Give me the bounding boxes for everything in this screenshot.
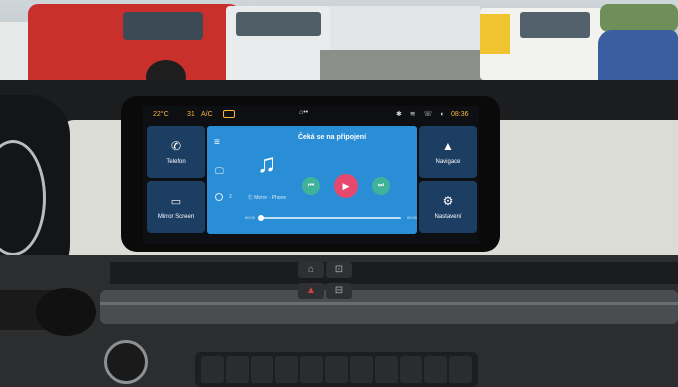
climate-key[interactable] [424,356,448,383]
source-name: Ⓔ Mirror · Phone [247,194,287,201]
settings-gear-icon: ⚙ [442,194,454,208]
trim-line [100,302,678,305]
playback-controls: ⏮ ▶ ⏭ [302,174,390,198]
climate-key[interactable] [374,356,398,383]
progress-bar[interactable]: 00:00 00:00 [245,212,417,222]
climate-key[interactable] [275,356,299,383]
ac-label: A/C [201,111,213,118]
sidebar-item-nastaveni[interactable]: ⚙ Nastavení [419,181,477,233]
van-window [520,12,590,38]
temperature-readout: 22°C [153,111,169,118]
blue-car [598,30,678,85]
sidebar-item-mirror-screen[interactable]: ▭ Mirror Screen [147,181,205,233]
climate-key[interactable] [300,356,324,383]
sidebar-item-label: Nastavení [434,214,462,220]
connectivity-icons: ✱ ≋ ☏ ◐ [396,111,448,118]
van-stripe [480,14,510,54]
hazard-button-cluster: ⌂ ⊡ ▲ ⊟ [298,262,356,302]
progress-thumb[interactable] [258,215,264,221]
skip-back-icon: ⏮ [307,182,315,189]
hazard-button[interactable]: ▲ [298,283,324,299]
infotainment-screen: 22°C 31 A/C ⌂•• ✱ ≋ ☏ ◐ 08:36 ✆ Telefon … [143,106,479,244]
climate-key[interactable] [399,356,423,383]
white-truck [226,6,331,86]
windshield-view [0,0,678,92]
seat-button[interactable]: ⊟ [326,283,352,299]
white-truck-window [236,12,321,36]
center-trim [100,290,678,324]
total-time: 00:00 [407,215,418,220]
source-count: 2 [229,194,232,200]
clock: 08:36 [451,111,469,118]
home-dots-icon: ⌂•• [299,109,309,116]
climate-key[interactable] [449,356,472,383]
navigation-arrow-icon: ▲ [442,139,454,153]
source-row: 2 Ⓔ Mirror · Phone [215,193,286,201]
elapsed-time: 00:00 [245,215,256,220]
trees [600,4,678,32]
sidebar-item-label: Telefon [166,159,186,165]
next-track-button[interactable]: ⏭ [372,177,390,195]
climate-key[interactable] [325,356,348,383]
sidebar-item-label: Mirror Screen [157,213,195,220]
play-icon: ▶ [342,180,350,191]
sidebar-item-navigace[interactable]: ▲ Navigace [419,126,477,178]
red-van [28,4,243,92]
media-title: Čeká se na připojení [297,134,367,141]
phone-icon: ✆ [170,139,182,153]
yellow-striped-van [480,8,605,80]
media-player: ≡ 🖵 Čeká se na připojení ♫ ⏮ ▶ ⏭ 2 Ⓔ Mir… [207,126,417,234]
status-bar: 22°C 31 A/C ⌂•• ✱ ≋ ☏ ◐ 08:36 [143,106,479,124]
skip-forward-icon: ⏭ [377,182,385,189]
music-note-icon: ♫ [257,148,277,178]
right-sidebar: ▲ Navigace ⚙ Nastavení [419,126,477,234]
mirror-screen-icon: ▭ [170,195,182,208]
left-sidebar: ✆ Telefon ▭ Mirror Screen [147,126,205,234]
fan-level: 31 [187,111,195,118]
climate-control-panel [195,352,478,387]
source-icon[interactable] [215,193,223,201]
air-vent [110,262,678,284]
red-van-window [123,12,203,40]
car-lock-button[interactable]: ⊡ [326,262,352,278]
engine-start-stop-button[interactable] [104,340,148,384]
car-media-icon[interactable]: 🖵 [215,166,224,177]
climate-key[interactable] [349,356,373,383]
recirculation-icon [223,110,235,118]
sidebar-item-label: Navigace [435,159,461,165]
climate-key[interactable] [250,356,274,383]
progress-track [258,215,401,221]
previous-track-button[interactable]: ⏮ [302,177,320,195]
climate-key[interactable] [201,356,224,383]
car-interior-photo: ⌂ ⊡ ▲ ⊟ 22°C 31 A/C ⌂•• ✱ ≋ ☏ ◐ 08:36 ✆ … [0,0,678,387]
sidebar-item-telefon[interactable]: ✆ Telefon [147,126,205,178]
climate-key[interactable] [225,356,249,383]
play-button[interactable]: ▶ [334,174,358,198]
lock-button[interactable]: ⌂ [298,262,324,278]
building [330,6,480,56]
stalk-knob[interactable] [36,288,96,336]
fence [320,50,500,80]
